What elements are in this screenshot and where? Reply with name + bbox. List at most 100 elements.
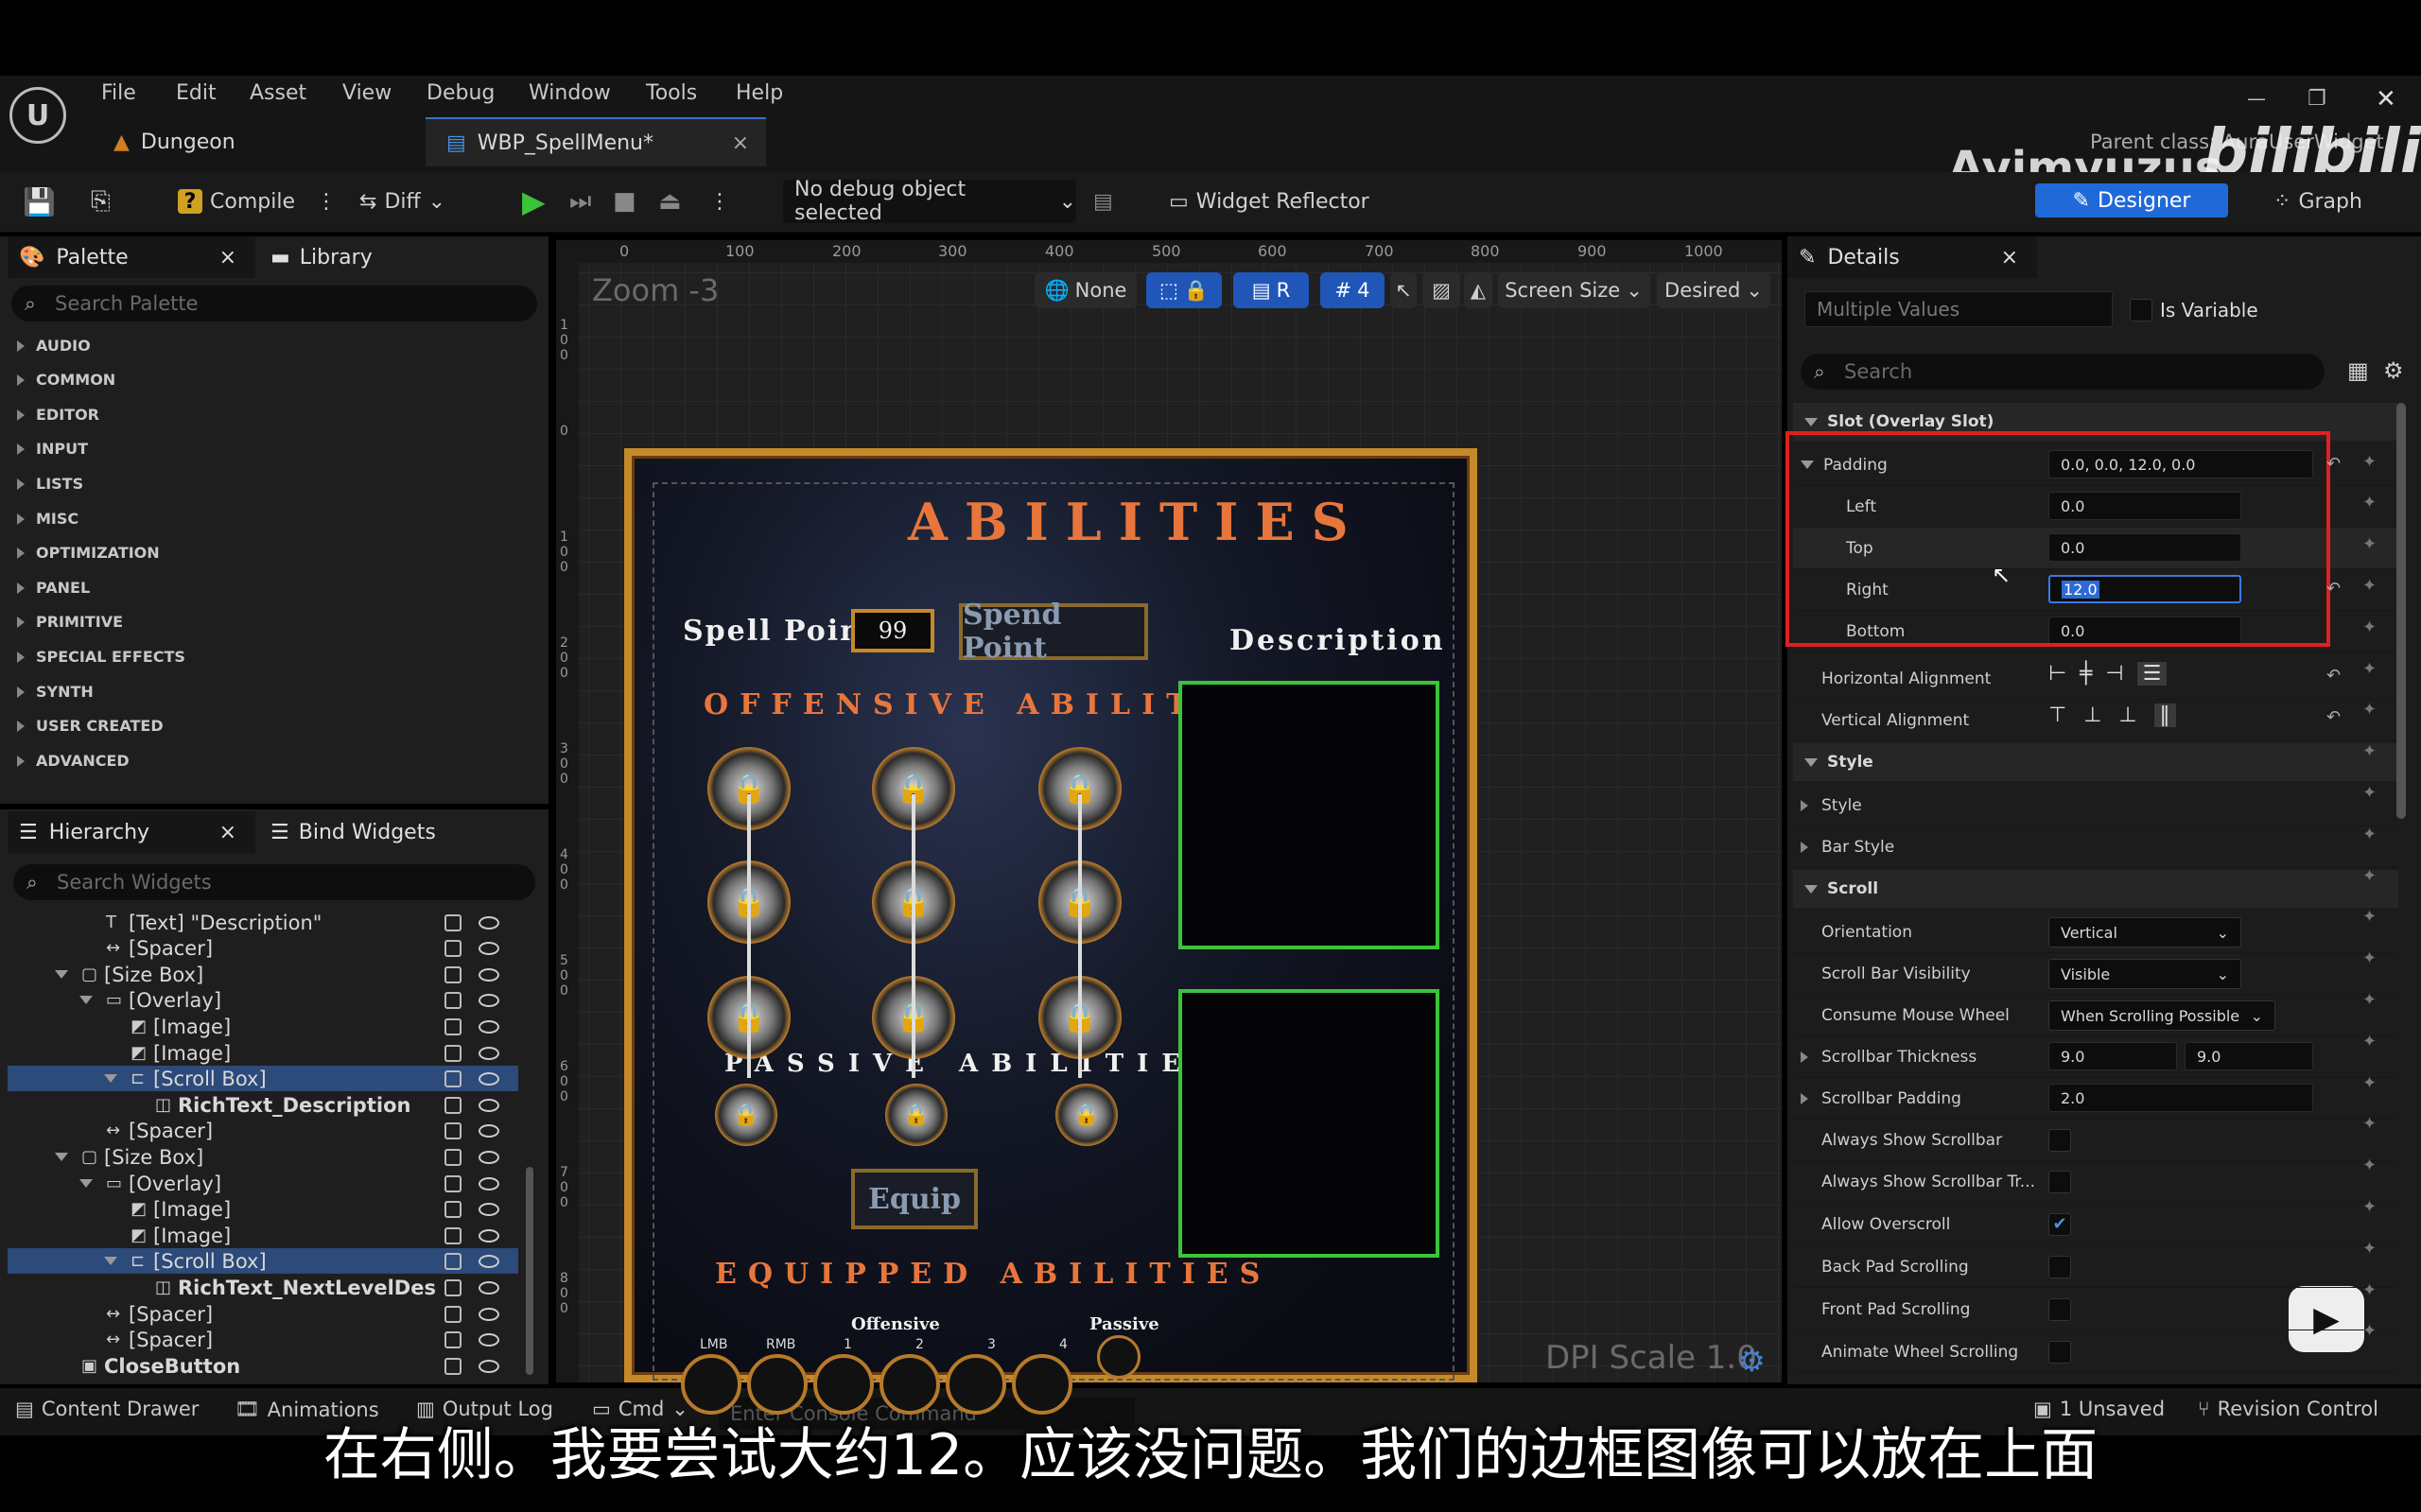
pin-icon[interactable]: ✦	[2362, 1114, 2377, 1134]
menu-asset[interactable]: Asset	[250, 81, 306, 105]
lock-icon[interactable]	[444, 965, 462, 983]
diff-button[interactable]: ⇆ Diff ⌄	[359, 180, 445, 223]
option-checkbox[interactable]	[2048, 1256, 2071, 1278]
palette-category[interactable]: LISTS	[17, 475, 83, 493]
eject-button[interactable]: ⏏	[658, 180, 682, 223]
lock-icon[interactable]	[444, 1357, 462, 1375]
style-section-header[interactable]: Style	[1793, 743, 2398, 781]
background-button[interactable]: ▨	[1422, 272, 1460, 308]
pin-icon[interactable]: ✦	[2362, 1321, 2377, 1341]
description-box-bottom[interactable]	[1178, 989, 1439, 1258]
visibility-eye-icon[interactable]	[479, 1359, 499, 1373]
menu-tools[interactable]: Tools	[646, 81, 697, 105]
palette-category[interactable]: PRIMITIVE	[17, 613, 123, 631]
menu-window[interactable]: Window	[529, 81, 611, 105]
tab-wbp-spellmenu[interactable]: ▤ WBP_SpellMenu* ×	[426, 117, 766, 166]
grid-snap-button[interactable]: # 4	[1320, 272, 1385, 308]
option-checkbox[interactable]	[2048, 1341, 2071, 1364]
palette-category[interactable]: MISC	[17, 510, 78, 528]
hierarchy-row[interactable]: ◩ [Image]	[8, 1196, 518, 1222]
palette-category[interactable]: COMMON	[17, 371, 115, 389]
hierarchy-search-input[interactable]: ⌕ Search Widgets	[13, 864, 535, 900]
scrollbar-visibility-dropdown[interactable]: Visible ⌄	[2048, 959, 2241, 989]
hierarchy-row[interactable]: ◩ [Image]	[8, 1040, 518, 1066]
align-right-icon[interactable]: ⊣	[2105, 662, 2123, 686]
expand-icon[interactable]	[55, 970, 68, 979]
expand-icon[interactable]	[104, 1257, 117, 1265]
widget-reflector-button[interactable]: ▭ Widget Reflector	[1169, 180, 1369, 223]
reset-icon[interactable]: ↶	[2326, 666, 2341, 686]
play-options-button[interactable]: ⋮	[709, 180, 730, 223]
hierarchy-row[interactable]: ▭ [Overlay]	[8, 1171, 518, 1196]
visibility-eye-icon[interactable]	[479, 993, 499, 1007]
lock-icon[interactable]	[444, 1148, 462, 1166]
palette-category[interactable]: EDITOR	[17, 406, 99, 424]
menu-view[interactable]: View	[342, 81, 392, 105]
equipped-ability-slot[interactable]	[747, 1354, 808, 1415]
visibility-eye-icon[interactable]	[479, 1046, 499, 1060]
close-icon[interactable]: ×	[219, 246, 236, 269]
align-left-icon[interactable]: ⊢	[2048, 662, 2066, 686]
hierarchy-scrollbar[interactable]	[526, 1167, 533, 1375]
spend-point-button[interactable]: Spend Point	[959, 599, 1148, 665]
visibility-eye-icon[interactable]	[479, 1332, 499, 1347]
pin-icon[interactable]: ✦	[2362, 825, 2377, 844]
pin-icon[interactable]: ✦	[2362, 700, 2377, 720]
reset-icon[interactable]: ↶	[2326, 707, 2341, 727]
expand-icon[interactable]	[1801, 1051, 1808, 1063]
lock-icon[interactable]	[444, 1226, 462, 1244]
align-top-icon[interactable]: ⊤	[2048, 704, 2066, 727]
pin-icon[interactable]: ✦	[2362, 741, 2377, 761]
palette-category[interactable]: ADVANCED	[17, 752, 130, 770]
expand-icon[interactable]	[79, 1179, 93, 1188]
compile-options-icon[interactable]: ⋮	[316, 190, 337, 214]
hierarchy-row[interactable]: ⊏ [Scroll Box]	[8, 1248, 518, 1274]
pin-icon[interactable]: ✦	[2362, 576, 2377, 596]
visibility-eye-icon[interactable]	[479, 1280, 499, 1295]
lock-icon[interactable]	[444, 1330, 462, 1348]
hierarchy-row[interactable]: ▢ [Size Box]	[8, 1144, 518, 1170]
save-button[interactable]: 💾	[23, 180, 56, 223]
bar-style-row[interactable]: Bar Style	[1793, 826, 2398, 868]
play-button[interactable]: ▶	[522, 180, 546, 223]
pin-icon[interactable]: ✦	[2362, 1197, 2377, 1217]
consume-mouse-wheel-dropdown[interactable]: When Scrolling Possible ⌄	[2048, 1000, 2275, 1031]
visibility-eye-icon[interactable]	[479, 1307, 499, 1321]
align-vfill-icon[interactable]: ‖	[2153, 704, 2176, 727]
hierarchy-row[interactable]: ↔ [Spacer]	[8, 1118, 518, 1143]
palette-category[interactable]: OPTIMIZATION	[17, 544, 160, 562]
details-scrollbar[interactable]	[2396, 403, 2406, 819]
equipped-ability-slot[interactable]	[880, 1354, 940, 1415]
visibility-eye-icon[interactable]	[479, 1254, 499, 1268]
pin-icon[interactable]: ✦	[2362, 1280, 2377, 1300]
bind-widgets-tab[interactable]: ☰ Bind Widgets	[261, 811, 507, 853]
passive-ability-slot[interactable]: 🔒	[1055, 1084, 1118, 1146]
thickness-y-field[interactable]: 9.0	[2185, 1042, 2313, 1070]
lock-icon[interactable]	[444, 913, 462, 931]
pin-icon[interactable]: ✦	[2362, 907, 2377, 927]
valign-buttons[interactable]: ⊤ ⊥ ⊥ ‖	[2048, 704, 2176, 727]
pin-icon[interactable]: ✦	[2362, 659, 2377, 679]
menu-help[interactable]: Help	[736, 81, 783, 105]
table-view-icon[interactable]: ▦	[2347, 357, 2369, 384]
visibility-eye-icon[interactable]	[479, 941, 499, 955]
pin-icon[interactable]: ✦	[2362, 1156, 2377, 1175]
pin-icon[interactable]: ✦	[2362, 866, 2377, 886]
pin-icon[interactable]: ✦	[2362, 1073, 2377, 1093]
equipped-ability-slot[interactable]	[813, 1354, 874, 1415]
gear-icon[interactable]: ⚙	[1738, 1343, 1766, 1379]
close-icon[interactable]: ×	[2001, 246, 2018, 269]
browse-button[interactable]: ⎘	[91, 180, 111, 223]
maximize-button[interactable]: ❐	[2308, 87, 2326, 111]
scrollbar-padding-field[interactable]: 2.0	[2048, 1084, 2313, 1112]
menu-file[interactable]: File	[101, 81, 136, 105]
palette-category[interactable]: INPUT	[17, 440, 88, 458]
lock-icon[interactable]	[444, 1278, 462, 1296]
flip-button[interactable]: ◭	[1464, 272, 1492, 308]
option-checkbox[interactable]	[2048, 1298, 2071, 1321]
hierarchy-row[interactable]: ◩ [Image]	[8, 1014, 518, 1039]
close-window-button[interactable]: ✕	[2376, 85, 2396, 113]
hierarchy-row[interactable]: ▭ [Overlay]	[8, 987, 518, 1013]
equipped-ability-slot[interactable]	[1012, 1354, 1072, 1415]
visibility-eye-icon[interactable]	[479, 1098, 499, 1112]
